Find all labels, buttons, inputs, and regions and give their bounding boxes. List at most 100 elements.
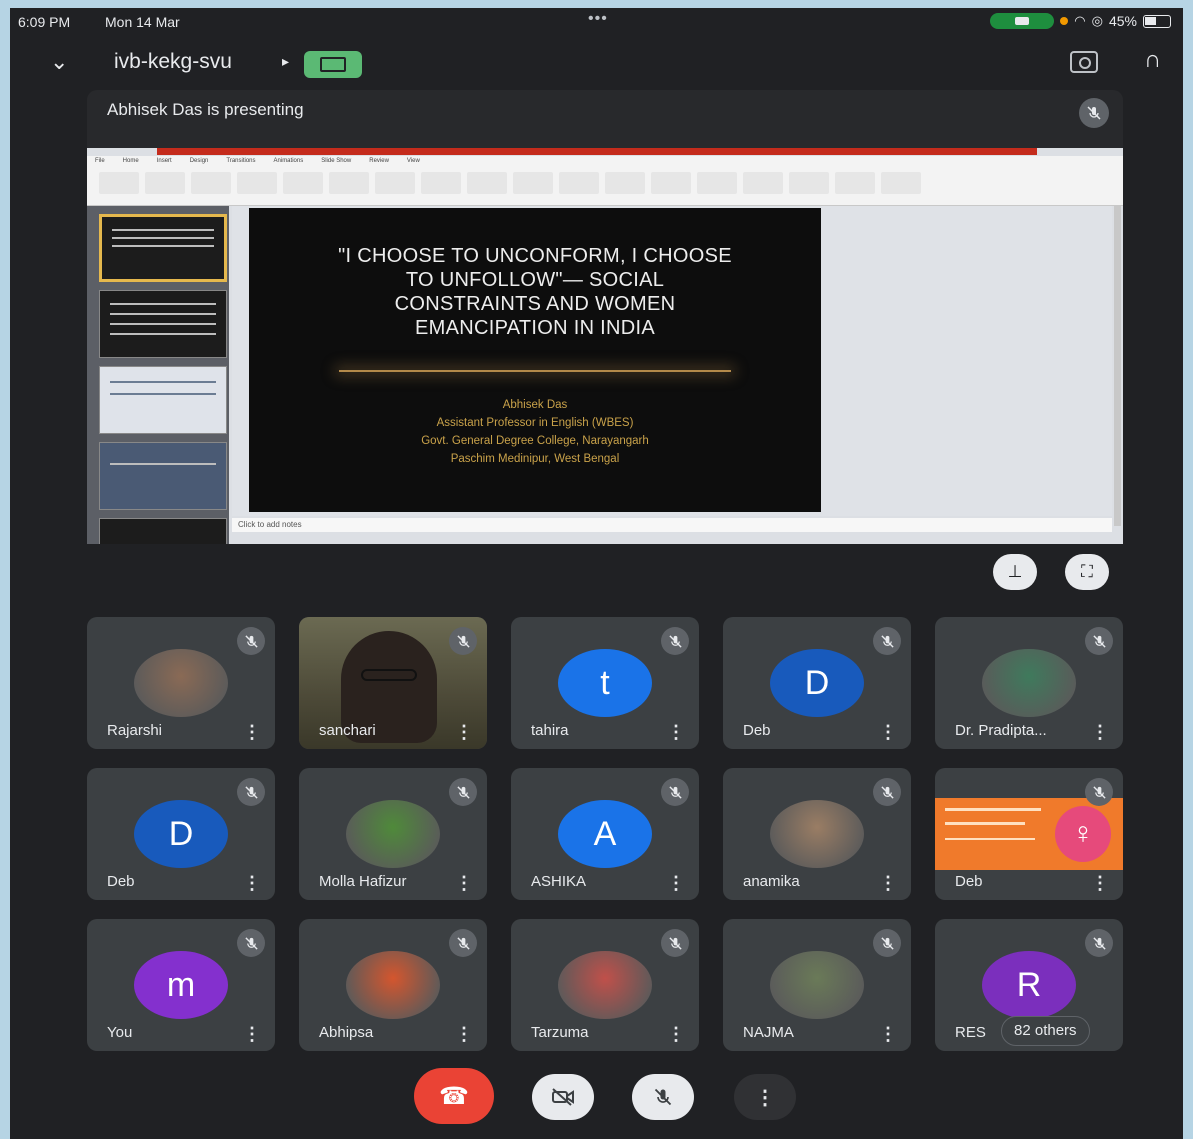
participant-avatar: R bbox=[982, 951, 1076, 1019]
current-slide: "I CHOOSE TO UNCONFORM, I CHOOSE TO UNFO… bbox=[249, 208, 821, 512]
more-icon[interactable]: ⋮ bbox=[455, 1025, 473, 1043]
presenting-label: Abhisek Das is presenting bbox=[107, 100, 304, 119]
participant-name: You bbox=[107, 1024, 133, 1041]
participant-name: Deb bbox=[955, 873, 983, 890]
mic-off-icon bbox=[237, 929, 265, 957]
more-icon[interactable]: ⋮ bbox=[455, 723, 473, 741]
participant-tile[interactable]: R RES 82 others bbox=[935, 919, 1123, 1051]
more-icon[interactable]: ⋮ bbox=[243, 874, 261, 892]
participant-tile[interactable]: ♀ Deb ⋮ bbox=[935, 768, 1123, 900]
more-icon[interactable]: ⋮ bbox=[667, 1025, 685, 1043]
alarm-icon: ◎ bbox=[1091, 13, 1103, 28]
more-icon[interactable]: ⋮ bbox=[243, 1025, 261, 1043]
mic-off-icon bbox=[873, 627, 901, 655]
participant-name: RES bbox=[955, 1024, 986, 1041]
headphones-icon[interactable]: ∩ bbox=[1144, 46, 1161, 74]
title-bar bbox=[157, 148, 1037, 155]
mic-off-icon bbox=[1085, 627, 1113, 655]
more-icon[interactable]: ⋮ bbox=[667, 874, 685, 892]
participant-name: Dr. Pradipta... bbox=[955, 722, 1047, 739]
phone-hangup-icon: ☎ bbox=[439, 1082, 469, 1110]
more-icon[interactable]: ⋮ bbox=[1091, 874, 1109, 892]
participant-tile[interactable]: Molla Hafizur ⋮ bbox=[299, 768, 487, 900]
participant-name: Abhipsa bbox=[319, 1024, 374, 1041]
slide-thumbnail bbox=[99, 290, 227, 358]
status-date: Mon 14 Mar bbox=[105, 14, 180, 30]
presentation-tile: Abhisek Das is presenting File Home Insert… bbox=[87, 90, 1123, 602]
presentation-actions: ⊥ ⛶ bbox=[87, 544, 1123, 602]
notes-pane: Click to add notes bbox=[232, 518, 1112, 532]
more-icon[interactable]: ⋮ bbox=[1091, 723, 1109, 741]
participant-avatar-photo bbox=[982, 649, 1076, 717]
meeting-code[interactable]: ivb-kekg-svu bbox=[114, 50, 232, 74]
participant-avatar-photo bbox=[346, 951, 440, 1019]
mic-off-icon bbox=[873, 929, 901, 957]
participant-tile[interactable]: A ASHIKA ⋮ bbox=[511, 768, 699, 900]
more-icon[interactable]: ⋮ bbox=[879, 723, 897, 741]
participant-name: tahira bbox=[531, 722, 569, 739]
caret-right-icon[interactable]: ▸ bbox=[282, 53, 289, 70]
more-icon[interactable]: ⋮ bbox=[455, 874, 473, 892]
participant-name: Tarzuma bbox=[531, 1024, 589, 1041]
status-bar: 6:09 PM Mon 14 Mar ••• ◠ ◎ 45% bbox=[10, 8, 1183, 36]
more-icon[interactable]: ⋮ bbox=[879, 874, 897, 892]
participant-tile[interactable]: t tahira ⋮ bbox=[511, 617, 699, 749]
participant-name: Molla Hafizur bbox=[319, 873, 407, 890]
mic-off-icon bbox=[1085, 778, 1113, 806]
more-icon[interactable]: ⋮ bbox=[243, 723, 261, 741]
meeting-header: ⌄ ivb-kekg-svu ▸ ∩ bbox=[10, 44, 1183, 84]
participant-avatar-photo bbox=[134, 649, 228, 717]
slide-thumbnail bbox=[99, 442, 227, 510]
mic-in-use-icon bbox=[1060, 17, 1069, 25]
wifi-icon: ◠ bbox=[1074, 13, 1086, 28]
participant-name: ASHIKA bbox=[531, 873, 587, 890]
participant-avatar-photo bbox=[770, 951, 864, 1019]
participant-tile[interactable]: D Deb ⋮ bbox=[723, 617, 911, 749]
participant-tile[interactable]: Rajarshi ⋮ bbox=[87, 617, 275, 749]
multitask-dots-icon[interactable]: ••• bbox=[588, 10, 608, 28]
more-icon[interactable]: ⋮ bbox=[667, 723, 685, 741]
mic-off-icon bbox=[449, 778, 477, 806]
end-call-button[interactable]: ☎ bbox=[414, 1068, 494, 1124]
participant-tile[interactable]: Abhipsa ⋮ bbox=[299, 919, 487, 1051]
participant-tile[interactable]: sanchari ⋮ bbox=[299, 617, 487, 749]
mic-off-icon bbox=[237, 778, 265, 806]
others-count-button[interactable]: 82 others bbox=[1001, 1016, 1090, 1046]
camera-off-icon bbox=[552, 1088, 574, 1106]
slide-author: Abhisek Das Assistant Professor in Engli… bbox=[421, 399, 649, 465]
switch-camera-icon[interactable] bbox=[1070, 51, 1098, 73]
participant-avatar: A bbox=[558, 800, 652, 868]
participant-avatar: t bbox=[558, 649, 652, 717]
participant-name: Deb bbox=[743, 722, 771, 739]
pin-icon[interactable]: ⊥ bbox=[993, 554, 1037, 590]
chevron-down-icon[interactable]: ⌄ bbox=[50, 49, 68, 75]
participant-tile[interactable]: D Deb ⋮ bbox=[87, 768, 275, 900]
more-icon[interactable]: ⋮ bbox=[879, 1025, 897, 1043]
participant-avatar: m bbox=[134, 951, 228, 1019]
participant-tile[interactable]: NAJMA ⋮ bbox=[723, 919, 911, 1051]
mic-off-icon bbox=[873, 778, 901, 806]
mic-off-icon bbox=[1085, 929, 1113, 957]
female-symbol-icon: ♀ bbox=[1055, 806, 1111, 862]
camera-toggle-button[interactable] bbox=[532, 1074, 594, 1120]
mic-off-icon bbox=[237, 627, 265, 655]
participant-tile[interactable]: m You ⋮ bbox=[87, 919, 275, 1051]
participant-name: NAJMA bbox=[743, 1024, 794, 1041]
participant-tile[interactable]: Tarzuma ⋮ bbox=[511, 919, 699, 1051]
participant-avatar-photo bbox=[558, 951, 652, 1019]
fullscreen-icon[interactable]: ⛶ bbox=[1065, 554, 1109, 590]
mic-toggle-button[interactable] bbox=[632, 1074, 694, 1120]
participant-tile[interactable]: anamika ⋮ bbox=[723, 768, 911, 900]
slide-divider bbox=[339, 370, 731, 372]
call-controls: ☎ ⋮ bbox=[10, 1066, 1183, 1130]
ribbon: File Home Insert Design Transitions Animation… bbox=[87, 156, 1123, 206]
mic-off-icon bbox=[1079, 98, 1109, 128]
mic-off-icon bbox=[661, 627, 689, 655]
mic-off-icon bbox=[654, 1088, 672, 1106]
more-options-button[interactable]: ⋮ bbox=[734, 1074, 796, 1120]
participant-avatar: D bbox=[770, 649, 864, 717]
status-time: 6:09 PM bbox=[18, 14, 71, 30]
screen-share-icon[interactable] bbox=[304, 51, 362, 78]
battery-percent: 45% bbox=[1108, 13, 1137, 29]
participant-tile[interactable]: Dr. Pradipta... ⋮ bbox=[935, 617, 1123, 749]
